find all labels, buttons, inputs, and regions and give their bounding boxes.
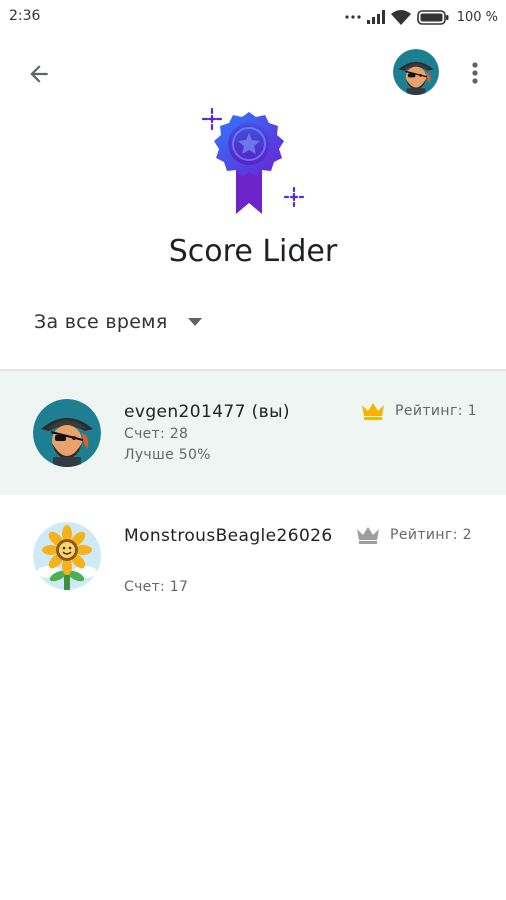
player-score: Счет: 28: [124, 426, 189, 442]
back-button[interactable]: [22, 57, 56, 91]
player-avatar-button[interactable]: [393, 49, 439, 95]
avatar: [33, 399, 101, 467]
more-vert-icon: [472, 62, 478, 84]
battery-percent: 100 %: [456, 9, 498, 25]
app-bar: [0, 40, 506, 106]
rating-label: Рейтинг: 2: [390, 527, 472, 543]
player-name: evgen201477 (вы): [124, 402, 290, 422]
status-icons: 100 %: [345, 6, 498, 28]
leaderboard-title: Score Lider: [168, 234, 338, 269]
arrow-back-icon: [30, 65, 48, 83]
player-name: MonstrousBeagle26026: [124, 526, 333, 546]
crown-gold-icon: [362, 403, 384, 420]
battery-icon: [416, 9, 449, 25]
rating-label: Рейтинг: 1: [395, 403, 477, 419]
player-rating: Рейтинг: 1: [361, 401, 477, 421]
signal-icon: [366, 10, 385, 24]
time-period-dropdown[interactable]: За все время: [34, 306, 202, 338]
leaderboard-row[interactable]: evgen201477 (вы) Счет: 28 Лучше 50% Рейт…: [0, 371, 506, 495]
pirate-avatar-icon: [33, 399, 101, 467]
pirate-avatar-icon: [393, 49, 439, 95]
wifi-icon: [390, 9, 411, 25]
sunflower-avatar-icon: [33, 522, 101, 590]
avatar: [33, 522, 101, 590]
ribbon-star-badge-icon: [201, 107, 305, 214]
dots-icon: [345, 15, 361, 19]
player-rating: Рейтинг: 2: [356, 525, 472, 545]
dropdown-arrow-icon: [187, 318, 202, 326]
player-score: Счет: 17: [124, 579, 189, 595]
status-time: 2:36: [9, 8, 41, 24]
player-percentile: Лучше 50%: [124, 447, 211, 463]
time-period-label: За все время: [34, 311, 168, 333]
leaderboard-badge: [198, 107, 308, 220]
more-options-button[interactable]: [462, 56, 488, 90]
status-bar: 2:36 100 %: [0, 0, 506, 34]
crown-silver-icon: [357, 527, 379, 544]
leaderboard-row[interactable]: MonstrousBeagle26026 Счет: 17 Рейтинг: 2: [0, 496, 506, 620]
